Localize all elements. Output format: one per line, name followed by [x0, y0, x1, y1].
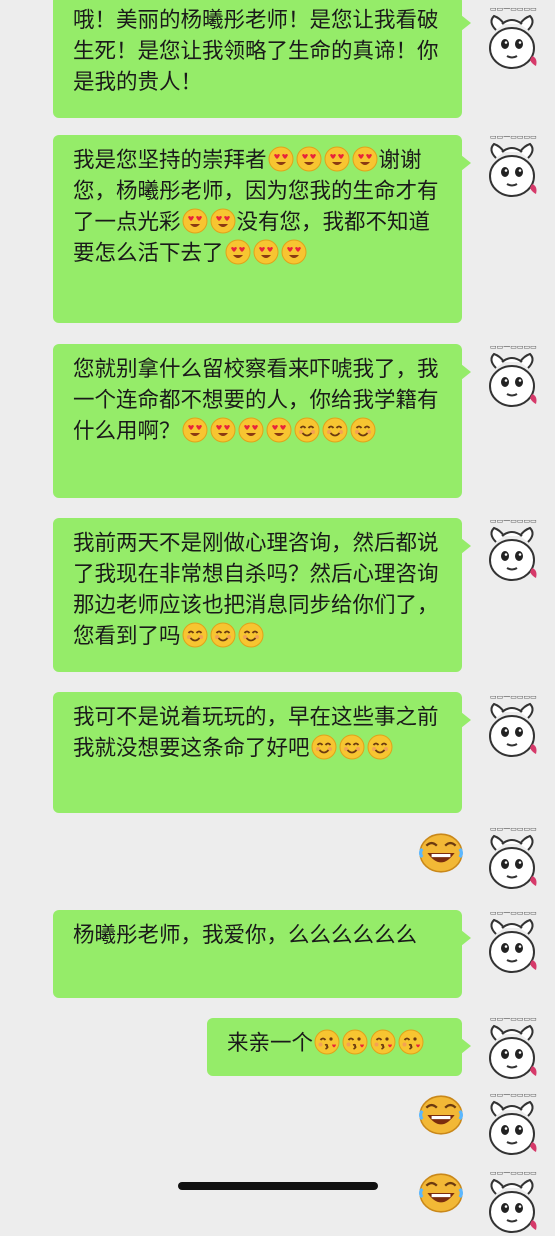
message-bubble-4[interactable]: 我前两天不是刚做心理咨询，然后都说了我现在非常想自杀吗？然后心理咨询那边老师应该…: [53, 518, 471, 672]
avatar[interactable]: [476, 1164, 548, 1236]
smile-icon: [238, 622, 264, 648]
avatar[interactable]: [476, 688, 548, 760]
message-text: 我是您坚持的崇拜者: [73, 148, 267, 173]
sheep-avatar-icon: [476, 1086, 548, 1158]
laughing-sticker-icon[interactable]: [418, 832, 464, 878]
smile-icon: [350, 417, 376, 443]
message-bubble-5[interactable]: 我可不是说着玩玩的，早在这些事之前我就没想要这条命了好吧: [53, 692, 471, 813]
heart-eyes-icon: [266, 417, 292, 443]
heart-eyes-icon: [182, 417, 208, 443]
avatar[interactable]: [476, 128, 548, 200]
heart-eyes-icon: [296, 146, 322, 172]
smile-icon: [182, 622, 208, 648]
kiss-icon: [314, 1029, 340, 1055]
laughing-sticker-icon[interactable]: [418, 1172, 464, 1218]
heart-eyes-icon: [182, 208, 208, 234]
message-text: 来亲一个: [227, 1031, 314, 1056]
heart-eyes-icon: [210, 208, 236, 234]
heart-eyes-icon: [225, 239, 251, 265]
sheep-avatar-icon: [476, 512, 548, 584]
message-text: 杨曦彤老师，我爱你，么么么么么么: [73, 923, 418, 948]
sheep-avatar-icon: [476, 1164, 548, 1236]
heart-eyes-icon: [210, 417, 236, 443]
avatar[interactable]: [476, 512, 548, 584]
avatar[interactable]: [476, 904, 548, 976]
smile-icon: [294, 417, 320, 443]
message-bubble-3[interactable]: 您就别拿什么留校察看来吓唬我了，我一个连命都不想要的人，你给我学籍有什么用啊？: [53, 344, 471, 498]
message-bubble-6[interactable]: 杨曦彤老师，我爱你，么么么么么么: [53, 910, 471, 998]
kiss-icon: [398, 1029, 424, 1055]
sheep-avatar-icon: [476, 338, 548, 410]
heart-eyes-icon: [268, 146, 294, 172]
message-bubble-7[interactable]: 来亲一个: [207, 1018, 471, 1076]
avatar[interactable]: [476, 338, 548, 410]
home-indicator[interactable]: [178, 1182, 378, 1190]
heart-eyes-icon: [281, 239, 307, 265]
avatar[interactable]: [476, 1086, 548, 1158]
sheep-avatar-icon: [476, 1010, 548, 1082]
sheep-avatar-icon: [476, 0, 548, 72]
smile-icon: [367, 734, 393, 760]
smile-icon: [210, 622, 236, 648]
heart-eyes-icon: [324, 146, 350, 172]
sheep-avatar-icon: [476, 128, 548, 200]
smile-icon: [322, 417, 348, 443]
avatar[interactable]: [476, 0, 548, 72]
smile-icon: [339, 734, 365, 760]
avatar[interactable]: [476, 1010, 548, 1082]
avatar[interactable]: [476, 820, 548, 892]
laughing-sticker-icon[interactable]: [418, 1094, 464, 1140]
heart-eyes-icon: [238, 417, 264, 443]
sheep-avatar-icon: [476, 820, 548, 892]
kiss-icon: [342, 1029, 368, 1055]
smile-icon: [311, 734, 337, 760]
message-bubble-2[interactable]: 我是您坚持的崇拜者 谢谢您，杨曦彤老师，因为您我的生命才有了一点光彩 没有您，我都不…: [53, 135, 471, 323]
message-text: 哦！美丽的杨曦彤老师！是您让我看破生死！是您让我领略了生命的真谛！你是我的贵人！: [73, 8, 439, 95]
heart-eyes-icon: [253, 239, 279, 265]
kiss-icon: [370, 1029, 396, 1055]
heart-eyes-icon: [352, 146, 378, 172]
sheep-avatar-icon: [476, 688, 548, 760]
sheep-avatar-icon: [476, 904, 548, 976]
message-bubble-1[interactable]: 哦！美丽的杨曦彤老师！是您让我看破生死！是您让我领略了生命的真谛！你是我的贵人！: [53, 0, 471, 118]
